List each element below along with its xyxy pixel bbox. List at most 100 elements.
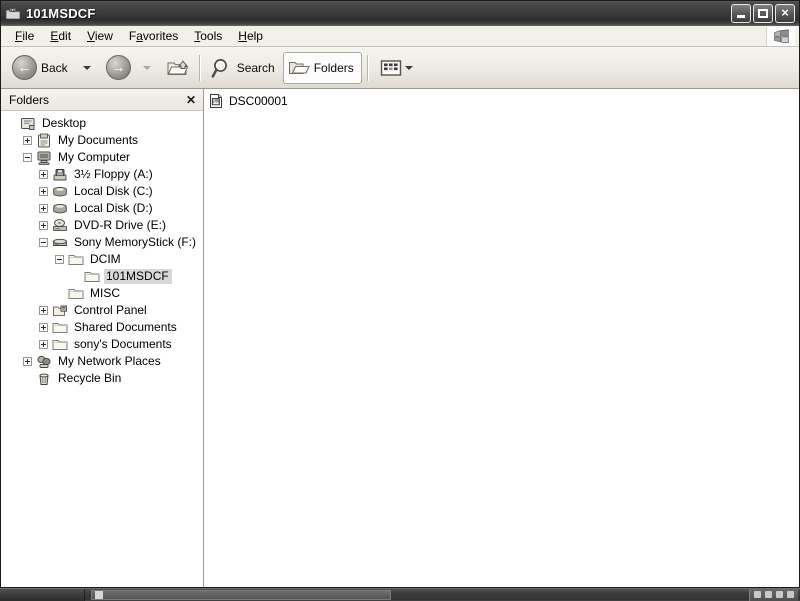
- tree-item-label: Local Disk (D:): [74, 201, 153, 215]
- window-title: 101MSDCF: [26, 6, 96, 21]
- tree-item-label: My Documents: [58, 133, 139, 147]
- tree-item-local-disk-c[interactable]: Local Disk (C:): [1, 183, 203, 200]
- expand-icon[interactable]: [39, 323, 48, 332]
- tree-item-label: sony's Documents: [74, 337, 172, 351]
- close-icon[interactable]: ✕: [183, 94, 199, 106]
- folder-icon: [68, 286, 84, 302]
- tree-item-shared-documents[interactable]: Shared Documents: [1, 319, 203, 336]
- tree-item-dcim[interactable]: DCIM: [1, 251, 203, 268]
- tree-item-misc[interactable]: MISC: [1, 285, 203, 302]
- menu-view[interactable]: View: [79, 27, 121, 46]
- tree-item-my-network-places[interactable]: My Network Places: [1, 353, 203, 370]
- menu-bar: File Edit View Favorites Tools Help: [1, 26, 799, 47]
- camera-folder-icon: [5, 6, 21, 22]
- folder-icon: [52, 320, 68, 336]
- tree-item-label: My Computer: [58, 150, 131, 164]
- folders-label: Folders: [313, 60, 354, 75]
- forward-button[interactable]: →: [101, 52, 136, 84]
- chevron-down-icon: [142, 65, 151, 70]
- collapse-icon[interactable]: [55, 255, 64, 264]
- chevron-down-icon: [82, 65, 91, 70]
- title-bar[interactable]: 101MSDCF ×: [1, 1, 799, 26]
- expand-icon[interactable]: [39, 306, 48, 315]
- folder-up-icon: [166, 57, 189, 79]
- dvd-drive-icon: [52, 218, 68, 234]
- taskbar-task-button[interactable]: [91, 589, 391, 600]
- views-grid-icon: [379, 58, 403, 78]
- folders-pane-title: Folders: [9, 92, 50, 107]
- forward-arrow-icon: →: [105, 55, 131, 80]
- tree-item-dvd-r-drive-e[interactable]: DVD-R Drive (E:): [1, 217, 203, 234]
- harddisk-icon: [52, 184, 68, 200]
- menu-tools[interactable]: Tools: [186, 27, 230, 46]
- menu-favorites[interactable]: Favorites: [121, 27, 186, 46]
- tree-item-101msdcf[interactable]: 101MSDCF: [1, 268, 203, 285]
- tree-item-my-computer[interactable]: My Computer: [1, 149, 203, 166]
- folders-pane: Folders ✕ Desktop My Documents My Computer…: [1, 89, 204, 587]
- tree-item-control-panel[interactable]: Control Panel: [1, 302, 203, 319]
- tree-item-sony-s-documents[interactable]: sony's Documents: [1, 336, 203, 353]
- expand-icon[interactable]: [39, 170, 48, 179]
- expand-icon[interactable]: [39, 221, 48, 230]
- collapse-icon[interactable]: [23, 153, 32, 162]
- expand-icon[interactable]: [23, 136, 32, 145]
- expander-placeholder: [71, 272, 80, 281]
- back-button[interactable]: ← Back: [7, 52, 76, 84]
- forward-dropdown-button[interactable]: [136, 52, 161, 84]
- search-icon: [211, 57, 233, 79]
- maximize-button[interactable]: [753, 4, 773, 23]
- expand-icon[interactable]: [39, 204, 48, 213]
- search-button[interactable]: Search: [206, 52, 283, 84]
- folder-tree: Desktop My Documents My Computer 3½ Floppy …: [1, 111, 203, 587]
- start-button[interactable]: [0, 588, 85, 601]
- views-button[interactable]: [374, 52, 423, 84]
- up-button[interactable]: [161, 52, 194, 84]
- back-arrow-icon: ←: [12, 55, 37, 80]
- minimize-button[interactable]: [731, 4, 751, 23]
- expand-icon[interactable]: [23, 357, 32, 366]
- task-window-icon: [95, 590, 103, 599]
- tray-icon-4[interactable]: [787, 591, 794, 598]
- recycle-bin-icon: [36, 371, 52, 387]
- tree-item-label: Shared Documents: [74, 320, 177, 334]
- tree-item-label: Desktop: [42, 116, 87, 130]
- tree-item-3-floppy-a[interactable]: 3½ Floppy (A:): [1, 166, 203, 183]
- menu-edit[interactable]: Edit: [42, 27, 79, 46]
- toolbar-separator: [198, 54, 201, 81]
- close-button[interactable]: ×: [775, 4, 795, 23]
- toolbar-separator-2: [366, 54, 369, 81]
- search-label: Search: [236, 60, 275, 75]
- tree-item-label: DCIM: [90, 252, 121, 266]
- network-icon: [36, 354, 52, 370]
- back-dropdown-button[interactable]: [76, 52, 101, 84]
- menu-file[interactable]: File: [7, 27, 42, 46]
- tree-item-label: Local Disk (C:): [74, 184, 153, 198]
- tree-item-my-documents[interactable]: My Documents: [1, 132, 203, 149]
- file-list-pane[interactable]: DSC00001: [204, 89, 799, 587]
- tree-item-label: 101MSDCF: [104, 269, 172, 284]
- tray-icon-1[interactable]: [754, 591, 761, 598]
- collapse-icon[interactable]: [39, 238, 48, 247]
- removable-disk-icon: [52, 235, 68, 251]
- system-tray: [749, 588, 798, 601]
- folder-icon: [68, 252, 84, 268]
- tree-item-label: Control Panel: [74, 303, 147, 317]
- tree-item-label: 3½ Floppy (A:): [74, 167, 153, 181]
- expander-placeholder: [23, 374, 32, 383]
- menu-help[interactable]: Help: [230, 27, 271, 46]
- expand-icon[interactable]: [39, 187, 48, 196]
- tree-item-sony-memorystick-f[interactable]: Sony MemoryStick (F:): [1, 234, 203, 251]
- explorer-window: 101MSDCF × File Edit View Favorites Tool…: [0, 0, 800, 588]
- window-body: Folders ✕ Desktop My Documents My Computer…: [1, 89, 799, 587]
- folder-icon: [84, 269, 100, 285]
- tree-item-label: Sony MemoryStick (F:): [74, 235, 197, 249]
- tree-item-desktop[interactable]: Desktop: [1, 115, 203, 132]
- folders-pane-header: Folders ✕: [1, 89, 203, 111]
- folders-button[interactable]: Folders: [282, 51, 362, 84]
- tree-item-local-disk-d[interactable]: Local Disk (D:): [1, 200, 203, 217]
- tray-icon-3[interactable]: [776, 591, 783, 598]
- tray-icon-2[interactable]: [765, 591, 772, 598]
- expand-icon[interactable]: [39, 340, 48, 349]
- tree-item-recycle-bin[interactable]: Recycle Bin: [1, 370, 203, 387]
- file-list-item[interactable]: DSC00001: [208, 92, 358, 109]
